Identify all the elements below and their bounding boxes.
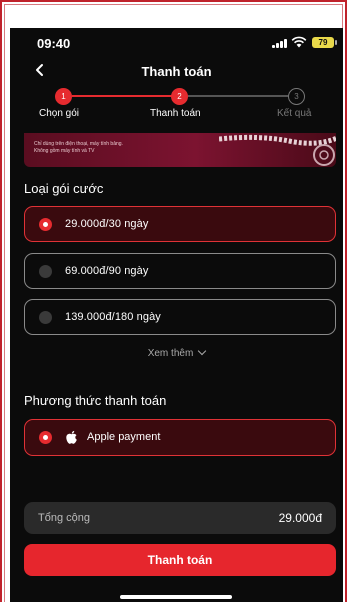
- payment-section-title: Phương thức thanh toán: [24, 393, 167, 408]
- see-more-button[interactable]: Xem thêm: [10, 346, 343, 359]
- banner-line-1: Chỉ dùng trên điện thoại, máy tính bảng.: [34, 141, 123, 147]
- chevron-down-icon: [198, 346, 207, 356]
- signal-icon: [272, 39, 287, 48]
- status-bar: 09:40 79: [10, 28, 343, 58]
- radio-selected-icon: [39, 218, 52, 231]
- plan-option-90-days[interactable]: 69.000đ/90 ngày: [24, 253, 336, 289]
- payment-method-label: Apple payment: [87, 431, 161, 443]
- see-more-label: Xem thêm: [147, 348, 194, 359]
- plan-option-label: 29.000đ/30 ngày: [65, 218, 149, 230]
- step-3-label: Kết quả: [277, 108, 312, 119]
- payment-option-apple[interactable]: Apple payment: [24, 419, 336, 456]
- battery-icon: 79: [312, 37, 337, 48]
- plan-option-label: 139.000đ/180 ngày: [65, 311, 161, 323]
- home-indicator: [120, 595, 232, 599]
- total-value: 29.000đ: [278, 511, 322, 525]
- radio-unselected-icon: [39, 311, 52, 324]
- plan-option-label: 69.000đ/90 ngày: [65, 265, 149, 277]
- plan-banner: Chỉ dùng trên điện thoại, máy tính bảng.…: [24, 133, 336, 167]
- apple-logo-icon: [66, 430, 77, 444]
- step-1-circle: 1: [55, 88, 72, 105]
- step-3-circle: 3: [288, 88, 305, 105]
- film-strip-graphic: [219, 134, 336, 166]
- wifi-icon: [291, 36, 307, 48]
- nav-bar: Thanh toán: [10, 60, 343, 84]
- phone-screen: 09:40 79 Thanh toán 1 2 3 Chọn gói Thanh…: [10, 28, 343, 602]
- plan-section-title: Loại gói cước: [24, 181, 104, 196]
- status-time: 09:40: [37, 36, 71, 51]
- progress-stepper: 1 2 3 Chọn gói Thanh toán Kết quả: [10, 88, 343, 126]
- radio-unselected-icon: [39, 265, 52, 278]
- pay-button[interactable]: Thanh toán: [24, 544, 336, 576]
- page-title: Thanh toán: [141, 64, 212, 79]
- radio-selected-icon: [39, 431, 52, 444]
- banner-line-2: Không gồm máy tính và TV: [34, 148, 95, 154]
- total-summary: Tổng cộng 29.000đ: [24, 502, 336, 534]
- step-connector-2: [188, 95, 288, 97]
- total-label: Tổng cộng: [38, 512, 90, 524]
- banner-text: Chỉ dùng trên điện thoại, máy tính bảng.…: [34, 141, 194, 155]
- step-2-circle: 2: [171, 88, 188, 105]
- step-2-label: Thanh toán: [150, 108, 201, 119]
- plan-option-180-days[interactable]: 139.000đ/180 ngày: [24, 299, 336, 335]
- plan-option-30-days[interactable]: 29.000đ/30 ngày: [24, 206, 336, 242]
- step-1-label: Chọn gói: [39, 108, 80, 119]
- step-connector-1: [72, 95, 172, 97]
